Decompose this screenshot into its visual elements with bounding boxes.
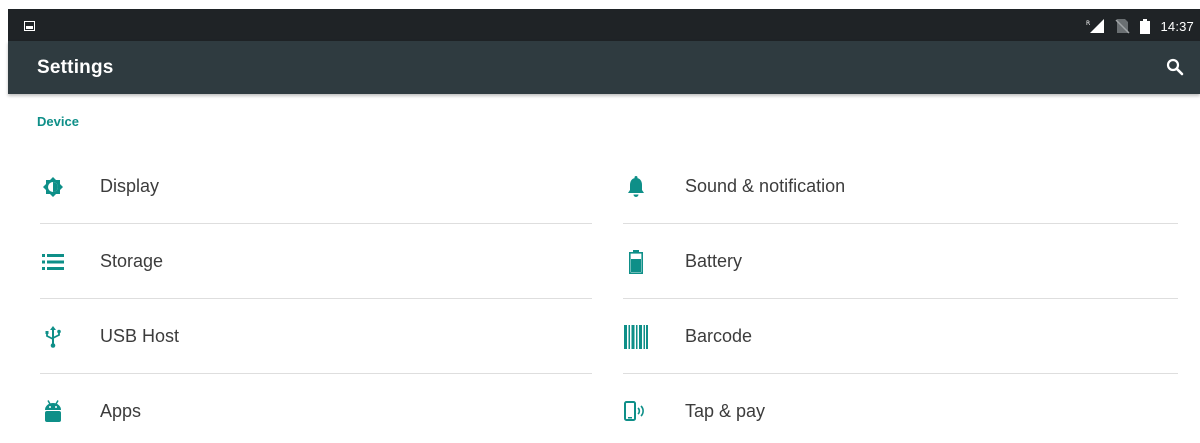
status-icons: R 14:37	[1086, 17, 1194, 35]
status-bar: R 14:37	[8, 9, 1200, 41]
settings-item-apps[interactable]: Apps	[40, 374, 592, 443]
tap-pay-icon	[623, 399, 649, 425]
battery-icon	[623, 249, 649, 275]
page-title: Settings	[37, 57, 114, 78]
settings-item-label: USB Host	[100, 326, 180, 346]
action-bar: Settings	[8, 41, 1200, 94]
search-button[interactable]	[1162, 54, 1188, 80]
settings-item-label: Battery	[685, 251, 743, 271]
settings-item-display[interactable]: Display	[40, 149, 592, 224]
notification-icon	[24, 21, 35, 31]
settings-item-label: Apps	[100, 401, 142, 421]
search-icon	[1166, 58, 1184, 76]
bell-icon	[623, 174, 649, 200]
svg-text:R: R	[1086, 20, 1090, 27]
settings-screen: R 14:37 Settings Device Display Sound & …	[0, 0, 1200, 443]
settings-item-barcode[interactable]: Barcode	[623, 299, 1178, 374]
settings-item-battery[interactable]: Battery	[623, 224, 1178, 299]
no-sim-icon	[1115, 19, 1130, 34]
settings-item-label: Barcode	[685, 326, 753, 346]
settings-item-sound-notification[interactable]: Sound & notification	[623, 149, 1178, 224]
clock: 14:37	[1160, 18, 1194, 34]
settings-item-storage[interactable]: Storage	[40, 224, 592, 299]
signal-icon: R	[1086, 19, 1105, 33]
settings-item-label: Display	[100, 176, 160, 196]
settings-item-usb-host[interactable]: USB Host	[40, 299, 592, 374]
brightness-icon	[40, 174, 66, 200]
settings-item-label: Storage	[100, 251, 164, 271]
section-header-device: Device	[37, 114, 79, 129]
battery-icon	[1140, 18, 1151, 34]
usb-icon	[40, 324, 66, 350]
settings-item-label: Tap & pay	[685, 401, 766, 421]
storage-list-icon	[40, 249, 66, 275]
settings-item-label: Sound & notification	[685, 176, 846, 196]
android-icon	[40, 399, 66, 425]
barcode-icon	[623, 324, 649, 350]
settings-item-tap-pay[interactable]: Tap & pay	[623, 374, 1178, 443]
